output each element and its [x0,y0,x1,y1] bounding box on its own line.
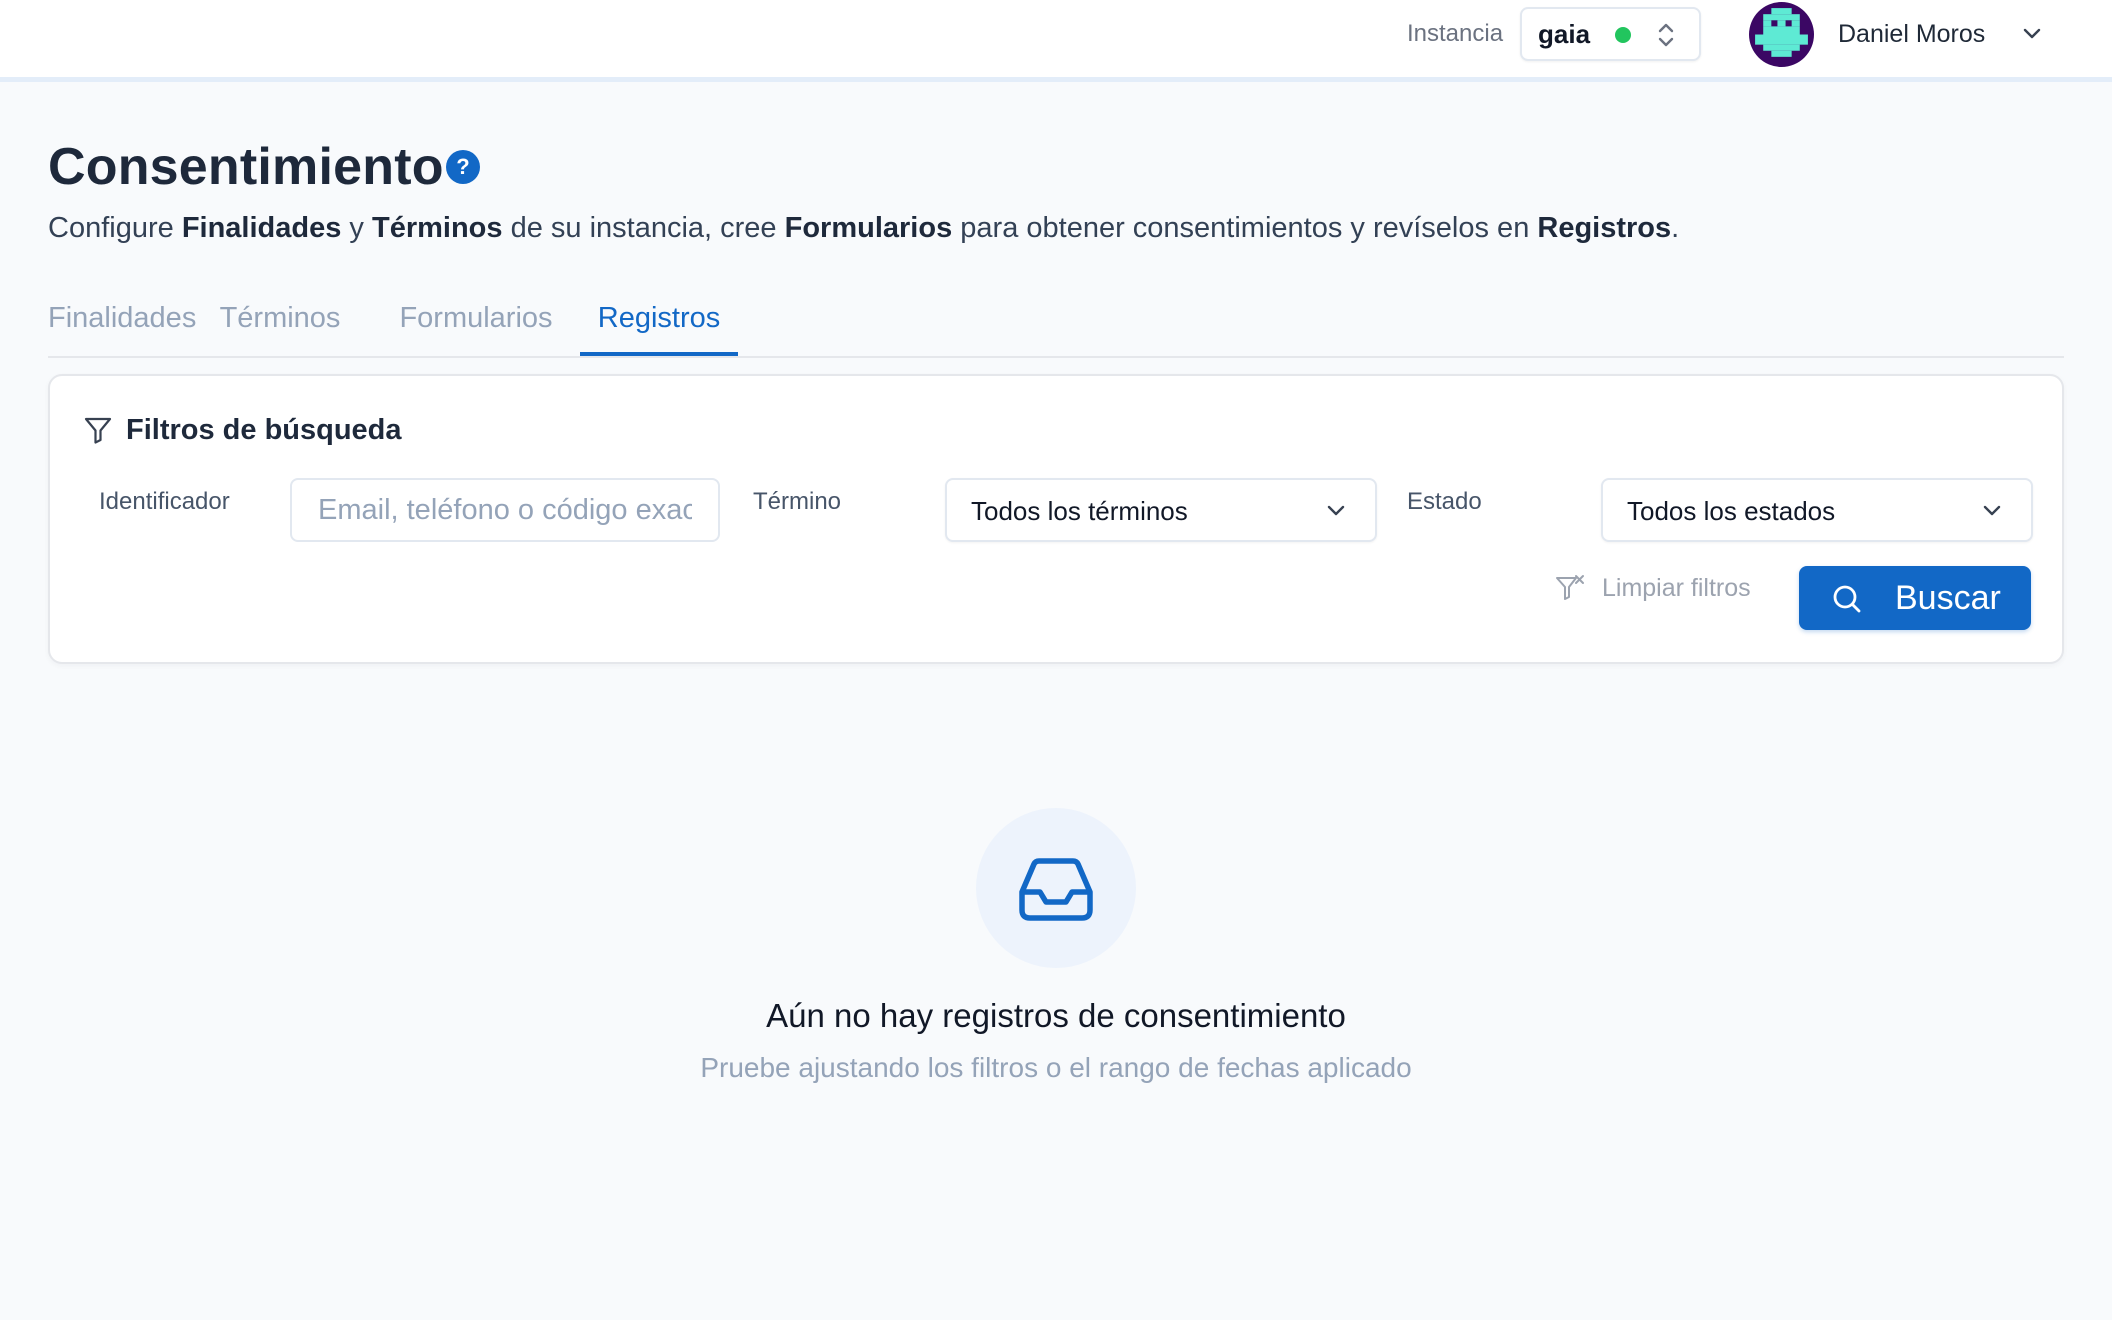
tab-bar: Finalidades Términos Formularios Registr… [48,290,2064,358]
instance-name: gaia [1538,19,1591,49]
chevron-down-icon [1327,505,1345,516]
empty-state-subtitle: Pruebe ajustando los filtros o el rango … [700,1052,1412,1083]
top-header: Instancia gaia Daniel Moros [0,0,2112,82]
identifier-input[interactable] [290,478,720,542]
tab-finalidades[interactable]: Finalidades [48,290,196,356]
tab-formularios[interactable]: Formularios [392,290,560,356]
instance-status-dot [1615,27,1631,43]
term-select-value: Todos los términos [971,496,1188,526]
term-select[interactable]: Todos los términos [945,478,1377,542]
clear-filters-button[interactable]: Limpiar filtros [1554,566,1774,610]
tab-terminos[interactable]: Términos [208,290,352,356]
filters-title: Filtros de búsqueda [126,414,402,446]
description-text: y [341,212,372,244]
description-text: Configure [48,212,182,244]
funnel-icon [84,417,112,444]
instance-label: Instancia [1407,20,1504,47]
description-bold-terminos: Términos [371,212,503,244]
empty-state-title: Aún no hay registros de consentimiento [766,997,1346,1034]
status-select[interactable]: Todos los estados [1601,478,2033,542]
search-button[interactable]: Buscar [1799,566,2031,630]
status-label: Estado [1407,488,1482,515]
term-label: Término [753,488,842,515]
status-select-value: Todos los estados [1627,496,1836,526]
description-text: para obtener consentimientos y revíselos… [952,212,1538,244]
description-bold-formularios: Formularios [784,212,953,244]
page-description: Configure Finalidades y Términos de su i… [48,208,1679,248]
empty-state-icon-circle [976,808,1136,968]
search-icon [1833,585,1861,613]
chevron-up-down-icon [1658,23,1674,47]
identifier-label: Identificador [99,488,230,515]
page-title: Consentimiento [48,138,444,196]
search-button-label: Buscar [1895,579,2001,617]
user-name: Daniel Moros [1838,20,1986,48]
description-text: de su instancia, cree [502,212,785,244]
funnel-x-icon [1556,575,1584,600]
search-filters-card: Filtros de búsqueda Identificador Términ… [48,374,2064,664]
chevron-down-icon [1983,505,2001,516]
user-avatar[interactable] [1749,2,1814,67]
question-circle-icon[interactable]: ? [446,150,480,184]
tab-registros[interactable]: Registros [580,290,738,356]
instance-selector[interactable]: gaia [1520,7,1701,61]
description-text: . [1671,212,1680,244]
chevron-down-icon[interactable] [2018,20,2046,48]
description-bold-registros: Registros [1537,212,1672,244]
description-bold-finalidades: Finalidades [181,212,342,244]
pixel-avatar-icon [1749,2,1814,67]
inbox-icon [1019,858,1093,921]
clear-filters-label: Limpiar filtros [1602,574,1751,602]
